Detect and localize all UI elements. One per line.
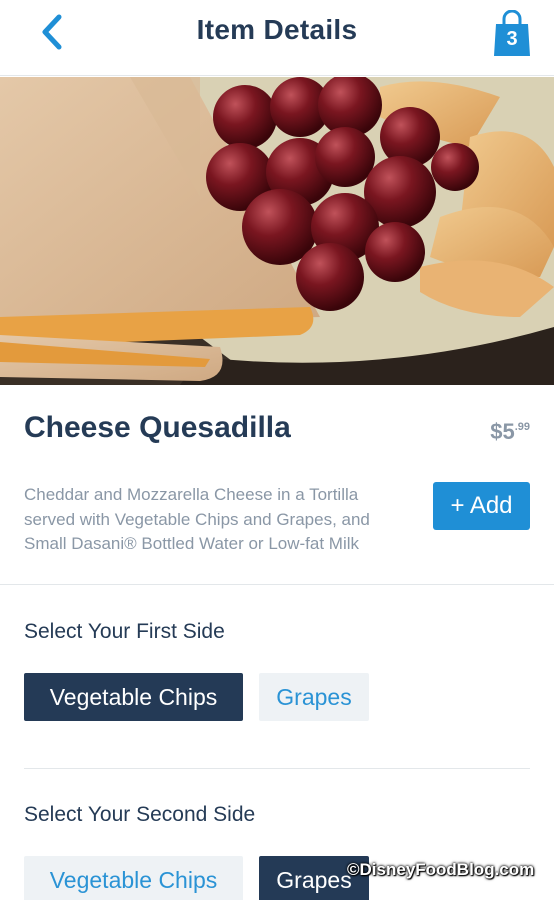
item-photo <box>0 77 554 385</box>
item-description: Cheddar and Mozzarella Cheese in a Torti… <box>24 485 370 553</box>
watermark-text: ©DisneyFoodBlog.com <box>347 860 535 879</box>
first-side-heading: Select Your First Side <box>24 620 225 643</box>
item-name: Cheese Quesadilla <box>24 411 291 444</box>
page-title: Item Details <box>196 14 358 45</box>
item-price: $5.99 <box>490 419 530 445</box>
item-info: Cheese Quesadilla $5.99 Cheddar and Mozz… <box>0 385 554 585</box>
section-divider <box>24 768 530 769</box>
price-dollars: $5 <box>490 419 515 444</box>
add-to-order-button[interactable]: + Add <box>433 482 530 530</box>
bag-count-badge: 3 <box>506 28 518 50</box>
price-cents: .99 <box>514 421 530 433</box>
shopping-bag-button[interactable]: 3 <box>492 10 532 58</box>
second-side-option-vegetable-chips[interactable]: Vegetable Chips <box>24 856 243 900</box>
top-nav-bar: Item Details 3 <box>0 0 554 76</box>
first-side-option-vegetable-chips[interactable]: Vegetable Chips <box>24 673 243 721</box>
first-side-option-grapes[interactable]: Grapes <box>259 673 369 721</box>
second-side-heading: Select Your Second Side <box>24 803 256 826</box>
